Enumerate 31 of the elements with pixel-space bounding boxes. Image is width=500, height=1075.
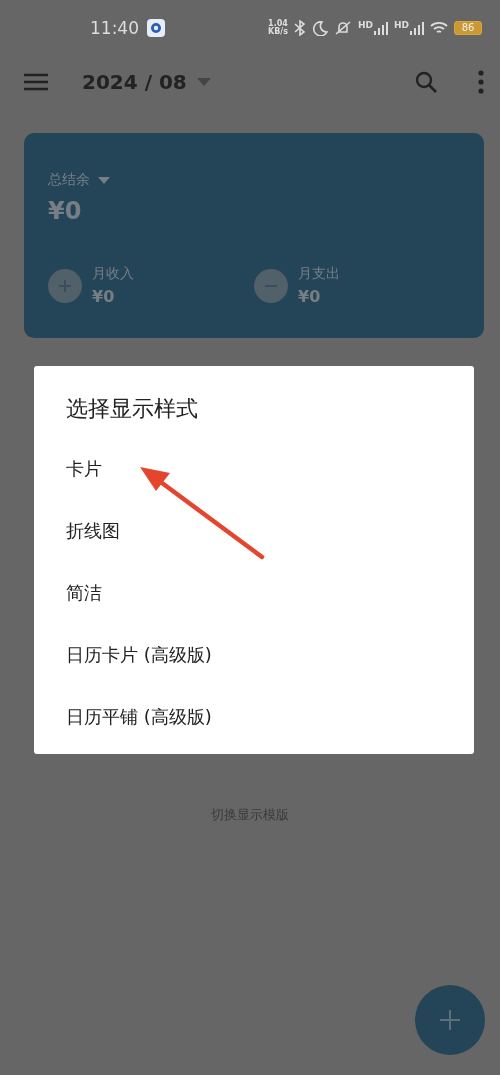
minus-icon <box>254 268 288 303</box>
network-speed: 1.04 KB/s <box>268 19 288 36</box>
income-label: 月收入 <box>92 265 134 283</box>
app-icon <box>147 18 165 37</box>
dialog-title: 选择显示样式 <box>66 395 199 423</box>
balance-amount: ¥0 <box>48 197 82 225</box>
bluetooth-icon <box>293 19 306 36</box>
plus-icon <box>48 268 82 303</box>
dropdown-icon[interactable] <box>98 176 110 184</box>
plus-icon <box>440 1010 460 1030</box>
search-icon[interactable] <box>414 70 438 94</box>
battery-indicator: 86 <box>454 20 482 35</box>
style-option[interactable]: 简洁 <box>66 562 442 624</box>
clock: 11:40 <box>90 17 139 38</box>
hd-label: HD <box>357 20 373 30</box>
style-option[interactable]: 卡片 <box>66 438 442 500</box>
more-icon[interactable] <box>478 70 484 94</box>
signal-icon <box>374 20 388 35</box>
muted-bell-icon <box>333 19 352 36</box>
dropdown-icon[interactable] <box>196 78 211 86</box>
style-option[interactable]: 日历平铺 (高级版) <box>66 686 442 748</box>
wifi-icon <box>430 20 448 35</box>
hd-label: HD <box>394 20 409 30</box>
moon-icon <box>311 19 328 36</box>
expense-amount: ¥0 <box>298 287 322 306</box>
style-option[interactable]: 日历卡片 (高级版) <box>66 624 442 686</box>
signal-icon <box>410 20 424 35</box>
menu-icon[interactable] <box>24 73 48 91</box>
expense-label: 月支出 <box>298 265 340 283</box>
style-option[interactable]: 折线图 <box>66 500 442 562</box>
income-amount: ¥0 <box>92 287 116 306</box>
